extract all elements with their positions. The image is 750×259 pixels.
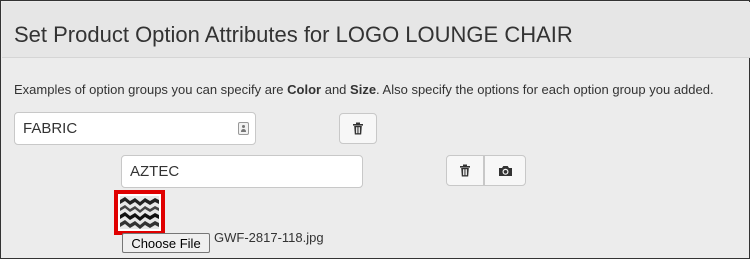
page-frame: Set Product Option Attributes for LOGO L…: [0, 0, 750, 259]
option-image-thumbnail[interactable]: [114, 190, 165, 235]
description-text: Examples of option groups you can specif…: [14, 82, 714, 97]
delete-option-button[interactable]: [446, 155, 484, 186]
description-prefix: Examples of option groups you can specif…: [14, 82, 288, 97]
trash-icon: [353, 122, 363, 135]
delete-option-group-button[interactable]: [339, 113, 377, 144]
upload-image-button[interactable]: [484, 155, 526, 186]
camera-icon: [498, 165, 512, 176]
example-color: Color: [287, 82, 322, 97]
example-size: Size: [350, 82, 377, 97]
option-value-input[interactable]: AZTEC: [121, 155, 363, 188]
title-bar: Set Product Option Attributes for LOGO L…: [2, 2, 750, 58]
option-group-input[interactable]: FABRIC: [14, 112, 256, 145]
choose-file-button[interactable]: Choose File: [122, 233, 210, 253]
option-group-value: FABRIC: [23, 120, 78, 137]
trash-icon: [460, 164, 470, 177]
description-suffix: . Also specify the options for each opti…: [376, 82, 714, 97]
selected-file-name: GWF-2817-118.jpg: [214, 230, 324, 245]
fabric-swatch-image: [120, 196, 159, 229]
option-value: AZTEC: [130, 163, 180, 180]
contact-card-icon[interactable]: [238, 122, 249, 135]
description-conjunction: and: [321, 82, 351, 97]
page-title: Set Product Option Attributes for LOGO L…: [14, 22, 573, 47]
